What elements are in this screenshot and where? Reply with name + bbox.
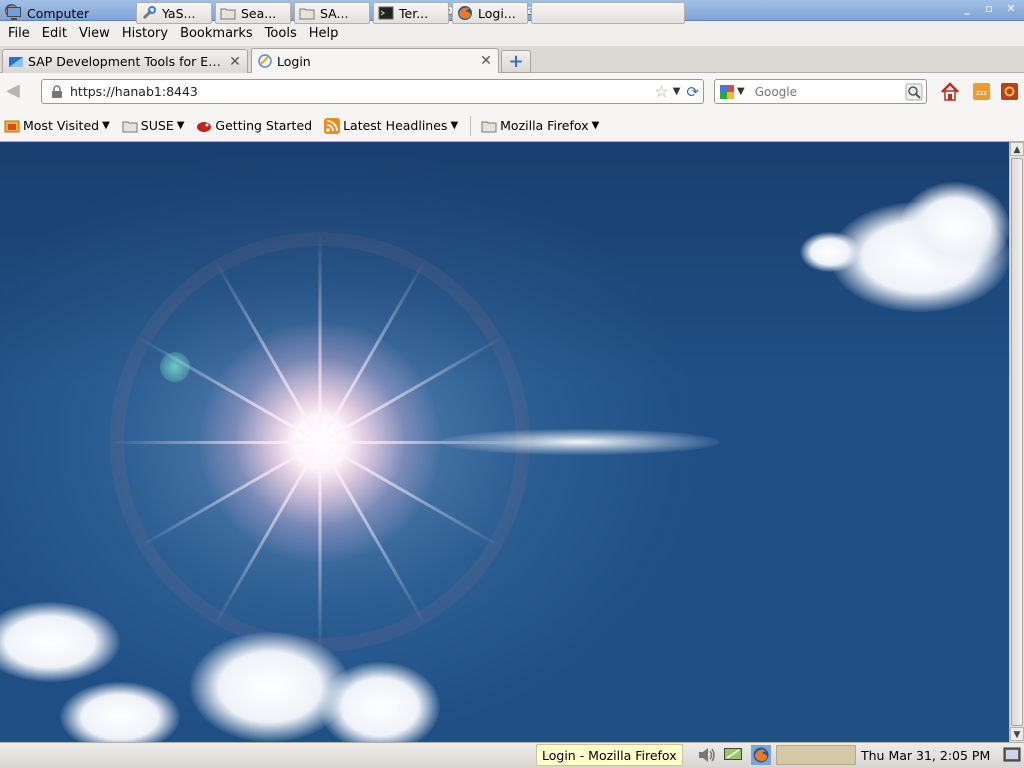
taskbar-item-firefox-login[interactable]: Logi... xyxy=(452,2,528,24)
chevron-down-icon: ▼ xyxy=(102,120,110,131)
menu-bar: File Edit View History Bookmarks Tools H… xyxy=(0,21,1024,46)
taskbar-item-label: YaS... xyxy=(162,5,196,21)
terminal-icon xyxy=(378,6,394,20)
maximize-icon[interactable]: ▫ xyxy=(982,2,996,16)
taskbar-item-label: Ter... xyxy=(399,5,429,21)
sap-icon xyxy=(9,56,23,67)
bookmark-label: Latest Headlines xyxy=(343,118,448,133)
menu-view[interactable]: View xyxy=(73,26,116,41)
google-icon xyxy=(720,84,734,99)
close-tab-icon[interactable]: ✕ xyxy=(478,53,494,69)
chevron-down-icon: ▼ xyxy=(591,120,600,131)
bookmark-label: Most Visited xyxy=(23,118,100,133)
menu-history[interactable]: History xyxy=(116,26,174,41)
scroll-up-icon[interactable]: ▲ xyxy=(1010,142,1024,156)
minimize-icon[interactable]: _ xyxy=(960,2,974,16)
taskbar-item-label: Logi... xyxy=(478,5,516,21)
scrollbar-thumb[interactable] xyxy=(1011,158,1023,726)
computer-label: Computer xyxy=(27,5,90,21)
computer-icon xyxy=(7,7,21,20)
page-content-sky-image xyxy=(0,142,1009,742)
cloud xyxy=(900,182,1009,272)
toolbar-separator xyxy=(470,115,472,136)
home-icon[interactable] xyxy=(940,82,960,102)
bookmark-label: SUSE xyxy=(140,118,174,133)
chevron-down-icon: ▼ xyxy=(176,120,185,131)
url-text[interactable]: https://hanab1:8443 xyxy=(70,84,654,99)
vertical-scrollbar[interactable]: ▲ ▼ xyxy=(1009,142,1024,742)
bookmark-latest-headlines[interactable]: Latest Headlines ▼ xyxy=(324,117,459,134)
bookmark-folder-mozilla-firefox[interactable]: Mozilla Firefox ▼ xyxy=(481,118,599,134)
taskbar-item-label: SA... xyxy=(320,5,349,21)
bookmarks-toolbar: Most Visited ▼ SUSE ▼ Getting Started La… xyxy=(0,110,1024,142)
firefox-icon xyxy=(458,6,472,20)
menu-tools[interactable]: Tools xyxy=(259,26,303,41)
back-button[interactable]: ◀ xyxy=(6,81,28,101)
rss-icon xyxy=(324,117,341,134)
suse-chameleon-icon xyxy=(197,121,212,132)
close-tab-icon[interactable]: ✕ xyxy=(227,54,243,70)
menu-edit[interactable]: Edit xyxy=(36,26,73,41)
folder-icon xyxy=(481,121,497,132)
computer-menu-button[interactable]: Computer xyxy=(6,2,89,24)
folder-icon xyxy=(122,121,138,132)
tab-login[interactable]: Login ✕ xyxy=(251,48,499,73)
tab-sap-development-tools[interactable]: SAP Development Tools for Ecli... ✕ xyxy=(2,49,248,73)
chevron-down-icon[interactable]: ▼ xyxy=(673,86,681,97)
taskbar-item-active[interactable] xyxy=(531,2,685,24)
taskbar-item-label: Sea... xyxy=(241,5,277,21)
workspace-switcher[interactable] xyxy=(776,745,856,765)
url-bar[interactable]: https://hanab1:8443 ☆ ▼ ⟳ xyxy=(41,79,704,104)
taskbar-item-terminal[interactable]: Ter... xyxy=(373,2,449,24)
search-bar[interactable]: ▼ xyxy=(714,79,927,104)
svg-text:zzz: zzz xyxy=(976,89,987,97)
network-icon[interactable] xyxy=(723,746,745,764)
lens-flare xyxy=(440,429,720,455)
chevron-down-icon: ▼ xyxy=(450,120,459,131)
lock-icon xyxy=(52,84,62,98)
cloud xyxy=(800,232,860,272)
menu-bookmarks[interactable]: Bookmarks xyxy=(174,26,259,41)
globe-icon xyxy=(258,54,272,68)
menu-file[interactable]: File xyxy=(2,26,36,41)
search-input[interactable] xyxy=(754,84,905,99)
bookmark-most-visited[interactable]: Most Visited ▼ xyxy=(4,118,110,134)
clock[interactable]: Thu Mar 31, 2:05 PM xyxy=(861,748,990,763)
yast-icon xyxy=(142,6,156,20)
volume-icon[interactable] xyxy=(697,746,717,764)
folder-icon xyxy=(299,8,315,20)
bookmark-getting-started[interactable]: Getting Started xyxy=(196,118,312,134)
folder-icon xyxy=(220,8,236,20)
most-visited-icon xyxy=(4,120,20,132)
taskbar-item-search[interactable]: Sea... xyxy=(215,2,291,24)
close-icon[interactable]: ✕ xyxy=(1004,2,1018,16)
search-icon[interactable] xyxy=(905,83,923,101)
show-desktop-icon[interactable] xyxy=(1003,746,1021,764)
new-tab-button[interactable]: + xyxy=(501,50,531,73)
menu-help[interactable]: Help xyxy=(303,26,345,41)
bookmark-label: Mozilla Firefox xyxy=(500,118,589,133)
taskbar-item-yast[interactable]: YaS... xyxy=(136,2,212,24)
tab-bar: SAP Development Tools for Ecli... ✕ Logi… xyxy=(0,46,1024,73)
addon-icon[interactable] xyxy=(1001,83,1018,100)
bookmark-label: Getting Started xyxy=(215,118,313,133)
taskbar-tooltip: Login - Mozilla Firefox xyxy=(536,744,683,766)
sleep-icon[interactable]: zzz xyxy=(973,83,990,100)
cloud xyxy=(320,662,440,742)
chevron-down-icon[interactable]: ▼ xyxy=(737,86,745,97)
taskbar-item-sap-folder[interactable]: SA... xyxy=(294,2,370,24)
navigation-bar: ◀ https://hanab1:8443 ☆ ▼ ⟳ ▼ zzz xyxy=(0,73,1024,110)
firefox-icon[interactable] xyxy=(751,745,771,765)
scroll-down-icon[interactable]: ▼ xyxy=(1010,727,1024,741)
bookmark-star-icon[interactable]: ☆ xyxy=(654,82,668,101)
reload-icon[interactable]: ⟳ xyxy=(686,83,699,101)
bookmark-folder-suse[interactable]: SUSE ▼ xyxy=(122,118,185,134)
tab-label: SAP Development Tools for Ecli... xyxy=(28,54,227,69)
tab-label: Login xyxy=(277,53,311,69)
